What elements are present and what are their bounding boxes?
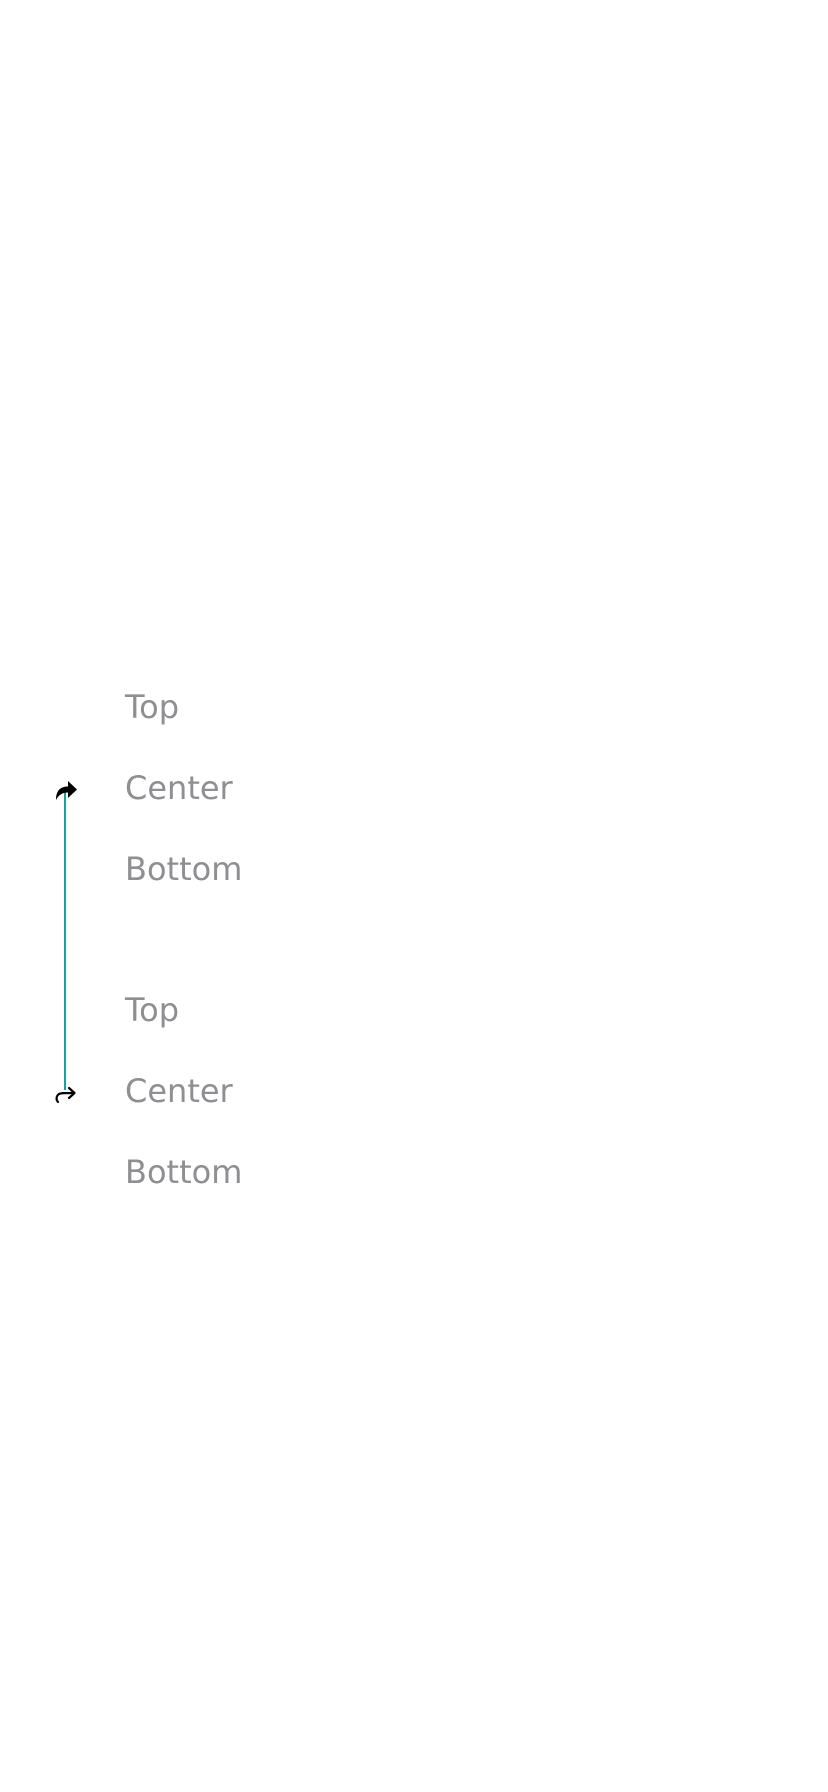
option-center[interactable]: Center — [125, 767, 525, 848]
alignment-picker-1: Top Center Bottom — [125, 686, 525, 929]
option-center[interactable]: Center — [125, 1070, 525, 1151]
share-arrow-filled-icon — [56, 781, 77, 800]
option-top[interactable]: Top — [125, 989, 525, 1070]
option-top[interactable]: Top — [125, 686, 525, 767]
connector-line — [64, 792, 66, 1090]
option-bottom[interactable]: Bottom — [125, 1151, 525, 1232]
alignment-picker-2: Top Center Bottom — [125, 989, 525, 1232]
share-arrow-outline-icon — [55, 1086, 76, 1104]
option-bottom[interactable]: Bottom — [125, 848, 525, 929]
screen: Top Center Bottom Top Center Bottom — [0, 0, 828, 1792]
